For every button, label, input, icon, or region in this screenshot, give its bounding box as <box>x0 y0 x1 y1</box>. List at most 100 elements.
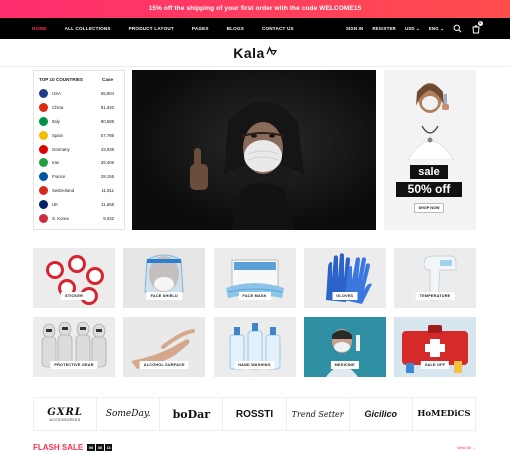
table-row: Italy 80,589 <box>34 115 124 129</box>
category-tile-protective-gear[interactable]: PROTECTIVE GEAR <box>33 317 115 377</box>
brand-logo-bodar[interactable]: boDar <box>160 398 224 430</box>
arrow-right-icon: → <box>472 445 476 450</box>
table-row: China 81,340 <box>34 101 124 115</box>
brand-name: GXRL <box>47 406 83 418</box>
brand-subtitle: ACCESSORIES <box>49 417 81 422</box>
category-label: GLOVES <box>332 292 358 300</box>
category-tile-gloves[interactable]: GLOVES <box>303 248 386 308</box>
country-flag-icon <box>39 199 48 209</box>
language-value: ENG <box>428 25 439 31</box>
table-row: S. Korea 9,332 <box>34 211 124 225</box>
table-header-case: Case <box>102 77 113 82</box>
category-tile-temperature[interactable]: TEMPERATURE <box>394 248 476 308</box>
country-cases: 11,658 <box>101 201 114 207</box>
country-flag-icon <box>39 185 48 195</box>
country-name: Switzerland <box>52 187 75 193</box>
brand-logo-homedics[interactable]: HoMEDiCS <box>413 398 475 430</box>
table-row: USA 55,804 <box>34 87 124 101</box>
country-name: Spain <box>52 132 63 138</box>
country-flag-icon <box>39 213 48 223</box>
country-flag-icon <box>39 116 48 126</box>
sale-banner[interactable]: sale 50% off SHOP NOW <box>384 70 476 230</box>
country-flag-icon <box>39 130 48 140</box>
search-icon[interactable] <box>453 24 462 33</box>
nav-item-all-collections[interactable]: ALL COLLECTIONS <box>65 26 111 31</box>
category-label: FACE MASK <box>238 292 271 300</box>
category-tile-sale-off[interactable]: SALE OFF <box>394 317 476 377</box>
country-name: China <box>52 105 64 111</box>
country-cases: 81,340 <box>100 105 114 111</box>
brand-name: boDar <box>172 407 211 421</box>
brand-name: HoMEDiCS <box>417 409 471 419</box>
view-all-link[interactable]: View All → <box>457 445 476 450</box>
register-link[interactable]: REGISTER <box>372 26 396 31</box>
table-row: Iran 29,406 <box>34 156 124 170</box>
hero-section: TOP 10 COUNTRIES Case USA 55,804 China 81,3… <box>33 70 476 231</box>
promo-bar: 15% off the shipping of your first order… <box>0 0 510 18</box>
site-logo[interactable]: Kala <box>0 39 510 66</box>
flash-sale-heading: FLASH SALE 00 30 11 <box>33 443 113 452</box>
table-row: Spain 57,786 <box>34 128 124 142</box>
country-flag-icon <box>39 144 48 154</box>
country-name: UK <box>52 201 58 207</box>
shop-now-button[interactable]: SHOP NOW <box>414 203 444 213</box>
nav-item-pages[interactable]: PAGES <box>192 26 209 31</box>
category-tile-alcohol-surface[interactable]: ALCOHOL SURFACE <box>123 317 206 377</box>
hero-image-mask-thumbs-up[interactable] <box>132 70 376 230</box>
chevron-down-icon: ⌄ <box>416 25 420 31</box>
logo-mark-icon <box>266 46 277 59</box>
country-name: Iran <box>52 160 60 166</box>
nav-item-contact-us[interactable]: CONTACT US <box>262 26 294 31</box>
category-label: FACE SHIELD <box>146 292 182 300</box>
brand-logo-rossti[interactable]: ROSSTI <box>223 398 287 430</box>
signin-link[interactable]: SIGN IN <box>346 26 363 31</box>
brand-logo-someday[interactable]: SomeDay. <box>97 398 161 430</box>
category-label: STICKER <box>60 292 88 300</box>
top-countries-table: TOP 10 COUNTRIES Case USA 55,804 China 81,3… <box>33 70 125 230</box>
country-cases: 9,332 <box>103 215 114 221</box>
category-label: MEDICINE <box>330 361 359 369</box>
country-cases: 80,589 <box>100 118 114 124</box>
table-row: France 29,155 <box>34 170 124 184</box>
flash-sale-title: FLASH SALE <box>33 443 84 452</box>
nav-utilities: SIGN IN REGISTER USD ⌄ ENG ⌄ 0 <box>346 21 483 34</box>
country-cases: 11,811 <box>101 187 114 193</box>
category-tile-medicine[interactable]: MEDICINE <box>303 317 386 377</box>
cart-count-badge: 0 <box>478 21 483 26</box>
brand-logo-gxrl[interactable]: GXRL ACCESSORIES <box>34 398 98 430</box>
nav-menu: HOME ALL COLLECTIONS PRODUCT LAYOUT PAGE… <box>32 26 312 31</box>
brand-strip: GXRL ACCESSORIES SomeDay. boDar ROSSTI T… <box>33 397 476 431</box>
promo-text: 15% off the shipping of your first order… <box>148 5 362 12</box>
table-header-title: TOP 10 COUNTRIES <box>39 77 83 82</box>
country-flag-icon <box>39 158 48 168</box>
brand-name: SomeDay. <box>105 409 151 419</box>
category-tile-face-shield[interactable]: FACE SHIELD <box>123 248 206 308</box>
nav-item-product-layout[interactable]: PRODUCT LAYOUT <box>129 26 174 31</box>
country-name: S. Korea <box>52 215 69 221</box>
brand-name: Gicilico <box>364 409 398 419</box>
country-flag-icon <box>39 103 48 113</box>
sale-percent: 50% off <box>396 182 462 197</box>
category-tile-hand-washing[interactable]: HAND WASHING <box>213 317 296 377</box>
country-cases: 29,155 <box>100 174 114 180</box>
category-grid-row-1: STICKER FACE SHIELD FACE MASK GLOVES TEM… <box>33 248 476 308</box>
nav-item-blogs[interactable]: BLOGS <box>227 26 244 31</box>
brand-logo-trend-setter[interactable]: Trend Setter <box>287 398 350 430</box>
country-cases: 57,786 <box>100 132 114 138</box>
main-navbar: HOME ALL COLLECTIONS PRODUCT LAYOUT PAGE… <box>0 18 510 39</box>
brand-logo-gicilico[interactable]: Gicilico <box>350 398 413 430</box>
language-select[interactable]: ENG ⌄ <box>429 26 444 32</box>
currency-select[interactable]: USD ⌄ <box>405 26 420 32</box>
sale-word: sale <box>410 165 448 179</box>
category-tile-face-mask[interactable]: FACE MASK <box>213 248 296 308</box>
view-all-label: View All <box>456 445 471 450</box>
category-label: TEMPERATURE <box>415 292 455 300</box>
category-tile-sticker[interactable]: STICKER <box>33 248 115 308</box>
table-header: TOP 10 COUNTRIES Case <box>34 71 124 87</box>
table-row: Switzerland 11,811 <box>34 184 124 198</box>
logo-text: Kala <box>233 44 265 61</box>
nav-item-home[interactable]: HOME <box>32 26 47 31</box>
cart-icon[interactable]: 0 <box>471 21 483 34</box>
category-label: ALCOHOL SURFACE <box>139 361 189 369</box>
country-name: USA <box>52 91 61 97</box>
